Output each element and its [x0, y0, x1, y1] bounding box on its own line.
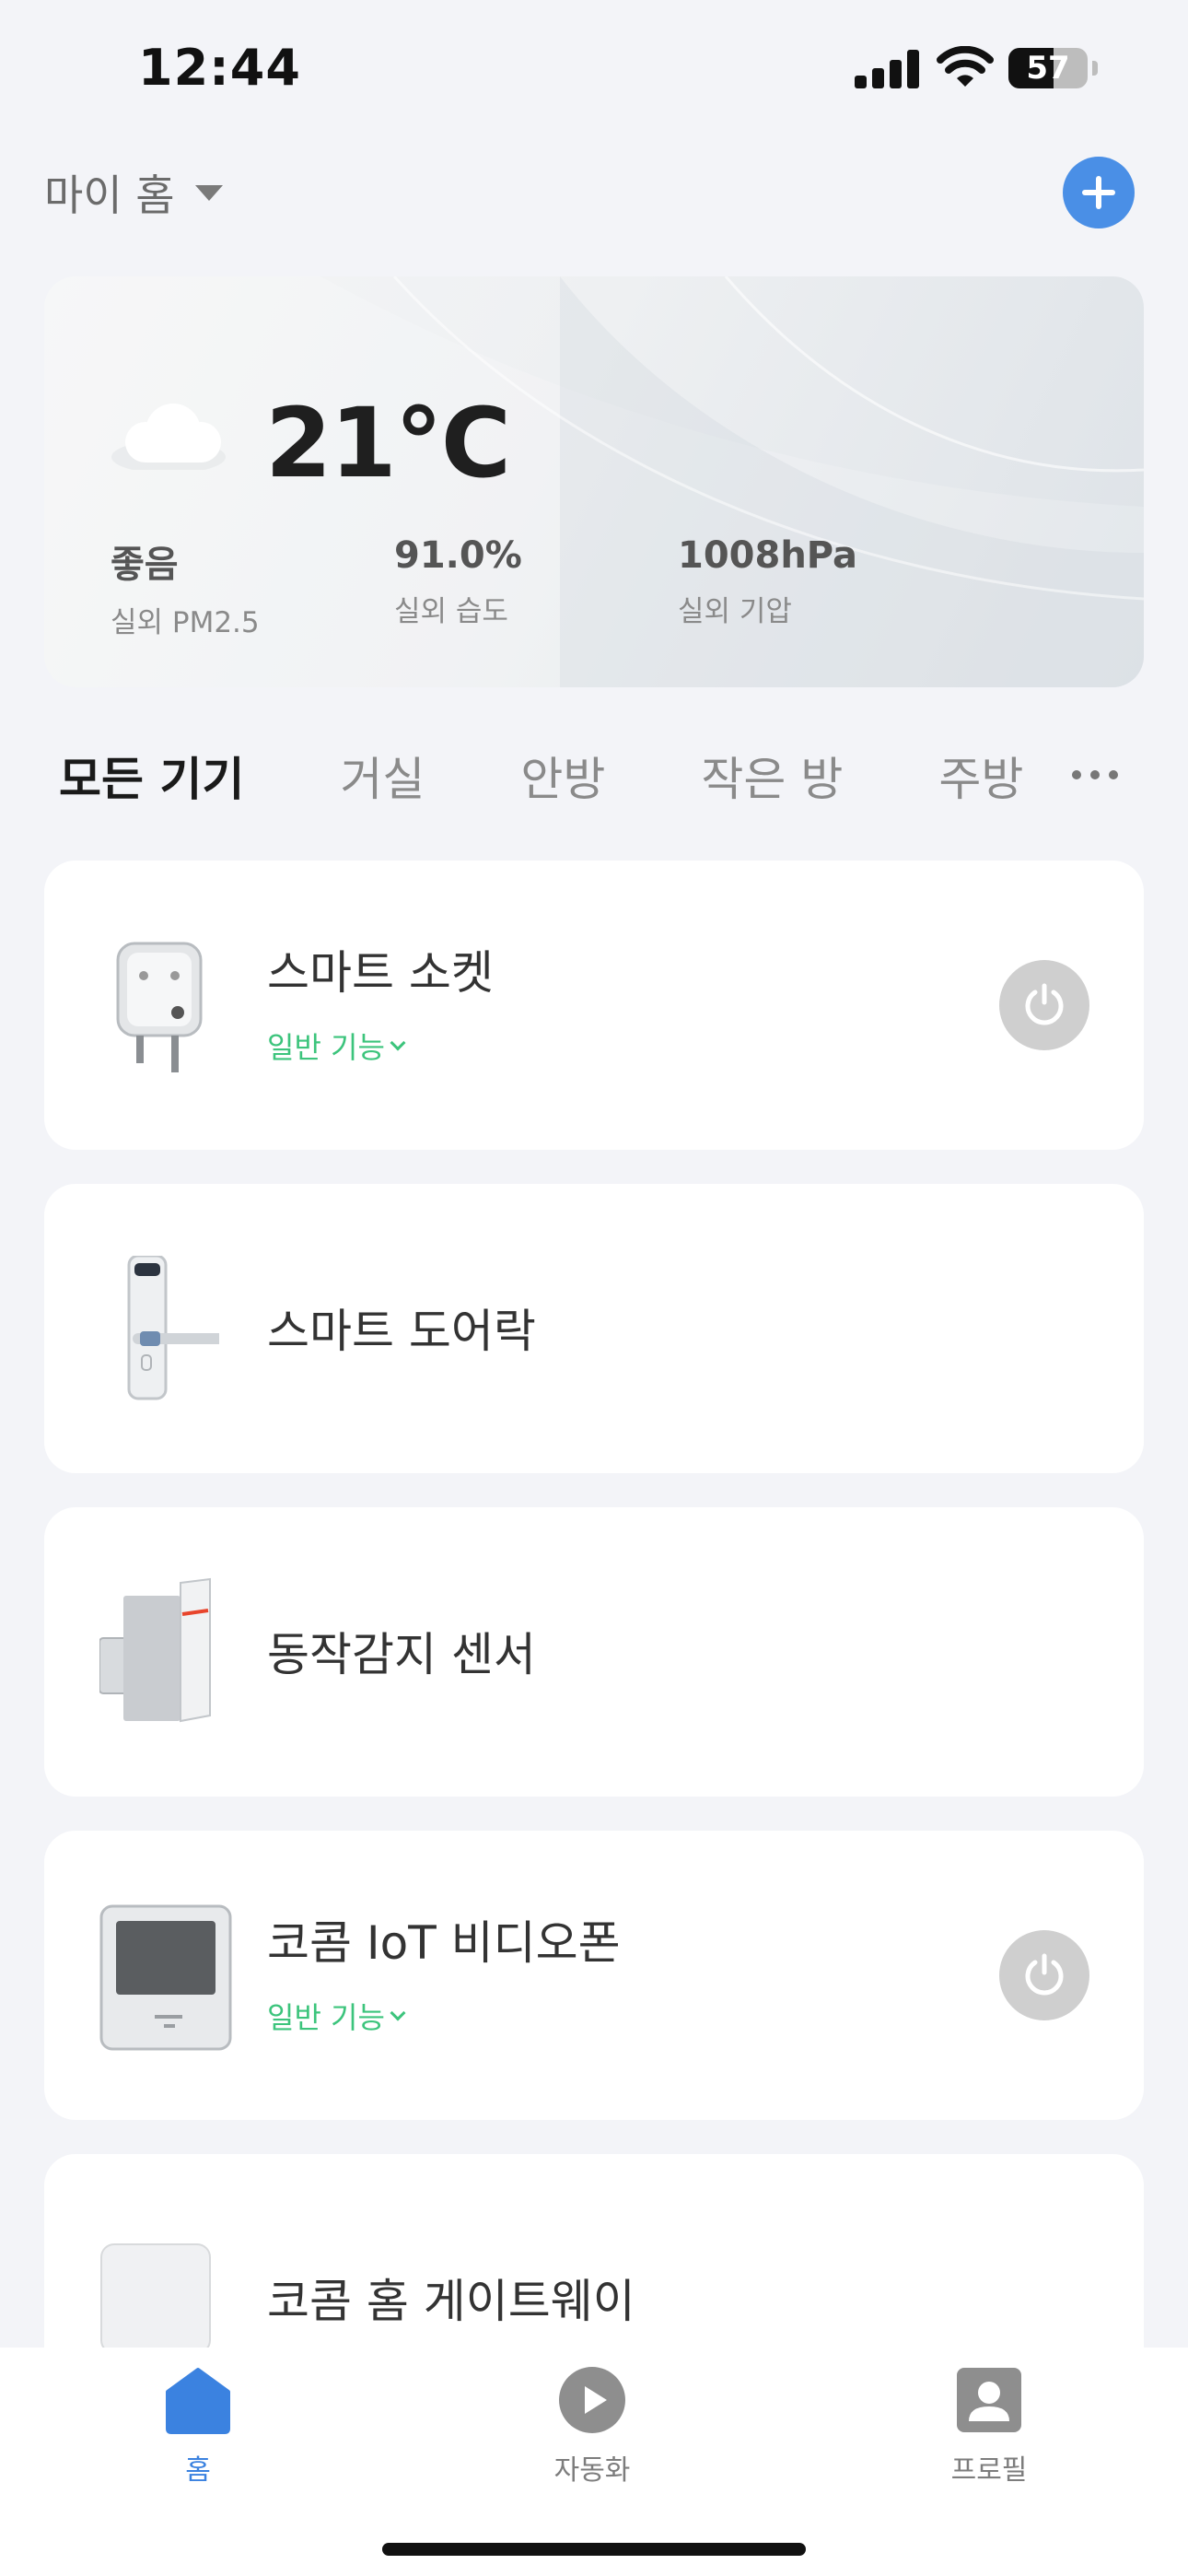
pm25-info: 좋음 실외 PM2.5 [111, 534, 260, 640]
tab-profile[interactable]: 프로필 [925, 2366, 1054, 2488]
tab-kitchen[interactable]: 주방 [938, 743, 1023, 809]
smart-plug-icon [116, 942, 203, 1072]
humidity-value: 91.0% [394, 534, 522, 577]
cloud-icon [111, 404, 226, 470]
home-name: 마이 홈 [44, 170, 175, 220]
device-card-door-lock[interactable]: 스마트 도어락 [44, 1184, 1144, 1473]
device-name: 스마트 도어락 [267, 1305, 536, 1358]
play-icon [559, 2367, 625, 2433]
power-icon [1025, 1953, 1064, 1996]
device-name: 동작감지 센서 [267, 1628, 536, 1681]
profile-icon [957, 2368, 1021, 2432]
device-card-smart-socket[interactable]: 스마트 소켓 일반 기능 [44, 861, 1144, 1150]
battery-level: 57 [1026, 50, 1070, 87]
device-name: 코콤 홈 게이트웨이 [267, 2275, 635, 2328]
device-function-label: 일반 기능 [267, 2000, 385, 2035]
power-button[interactable] [999, 960, 1089, 1050]
tab-profile-label: 프로필 [950, 2454, 1028, 2487]
power-icon [1025, 983, 1064, 1025]
tab-home[interactable]: 홈 [134, 2366, 262, 2488]
pressure-info: 1008hPa 실외 기압 [678, 534, 857, 629]
humidity-info: 91.0% 실외 습도 [394, 534, 522, 629]
chevron-down-icon [390, 1035, 406, 1051]
tab-home-label: 홈 [185, 2454, 211, 2487]
pressure-label: 실외 기압 [678, 595, 792, 628]
humidity-label: 실외 습도 [394, 595, 508, 628]
video-phone-icon [99, 1904, 232, 2051]
weather-card[interactable]: 21°C 좋음 실외 PM2.5 91.0% 실외 습도 1008hPa 실외 … [44, 276, 1144, 687]
device-function-label: 일반 기능 [267, 1030, 385, 1065]
motion-sensor-icon [99, 1577, 211, 1723]
device-name: 스마트 소켓 [267, 946, 494, 1000]
tab-master-bedroom[interactable]: 안방 [520, 743, 605, 809]
tab-automation-label: 자동화 [553, 2454, 631, 2487]
tab-living-room[interactable]: 거실 [340, 743, 425, 809]
door-lock-icon [127, 1256, 219, 1400]
wifi-icon [937, 46, 994, 87]
home-selector[interactable]: 마이 홈 [44, 162, 223, 223]
add-device-button[interactable] [1063, 157, 1135, 228]
tab-automation[interactable]: 자동화 [528, 2366, 657, 2488]
pm25-label: 실외 PM2.5 [111, 606, 260, 639]
temperature: 21°C [265, 387, 511, 499]
pressure-value: 1008hPa [678, 534, 858, 577]
device-function-toggle[interactable]: 일반 기능 [267, 1025, 406, 1067]
tab-all-devices[interactable]: 모든 기기 [59, 743, 244, 809]
tab-small-room[interactable]: 작은 방 [701, 743, 843, 809]
device-card-video-phone[interactable]: 코콤 IoT 비디오폰 일반 기능 [44, 1831, 1144, 2120]
power-button[interactable] [999, 1930, 1089, 2020]
device-function-toggle[interactable]: 일반 기능 [267, 1995, 406, 2037]
home-indicator [382, 2543, 806, 2556]
chevron-down-icon [390, 2005, 406, 2021]
more-icon[interactable] [1072, 770, 1118, 779]
home-icon [166, 2368, 230, 2434]
status-time: 12:44 [138, 39, 301, 97]
battery-icon: 57 [1008, 48, 1088, 88]
gateway-icon [100, 2243, 211, 2354]
battery-tip [1092, 61, 1098, 76]
chevron-down-icon [194, 184, 223, 201]
room-tabs: 모든 기기 거실 안방 작은 방 주방 [59, 743, 1119, 809]
device-card-motion-sensor[interactable]: 동작감지 센서 [44, 1507, 1144, 1797]
signal-icon [855, 48, 919, 88]
pm25-value: 좋음 [111, 544, 179, 586]
device-name: 코콤 IoT 비디오폰 [267, 1916, 621, 1970]
